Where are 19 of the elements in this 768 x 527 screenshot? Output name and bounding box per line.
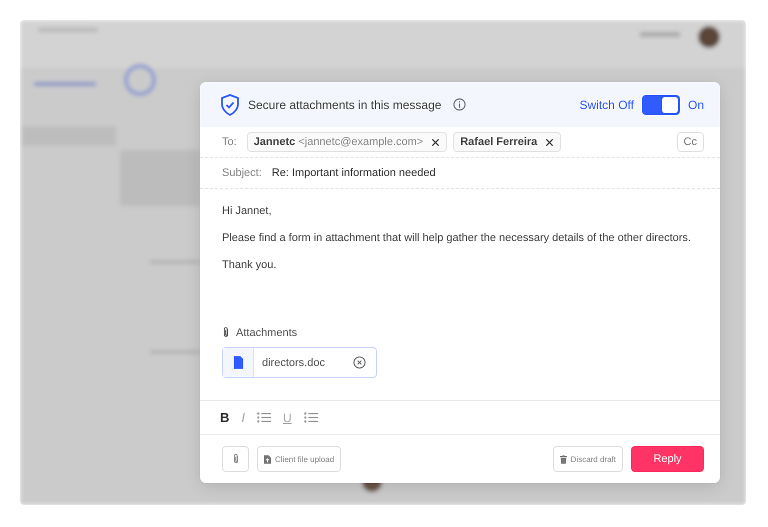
switch-state-label: On: [688, 98, 704, 112]
to-label: To:: [222, 136, 237, 148]
cc-button[interactable]: Cc: [676, 132, 704, 152]
recipient-chip[interactable]: Rafael Ferreira: [453, 132, 562, 152]
security-label: Secure attachments in this message: [248, 98, 442, 112]
underline-button[interactable]: U: [283, 410, 292, 424]
message-paragraph: Please find a form in attachment that will help gather the necessary details of the other directors.: [222, 232, 692, 244]
bold-button[interactable]: B: [220, 410, 230, 425]
discard-draft-button[interactable]: Discard draft: [552, 446, 623, 472]
reply-button[interactable]: Reply: [631, 446, 704, 472]
attachment-file[interactable]: directors.doc: [222, 347, 377, 378]
client-file-upload-button[interactable]: Client file upload: [257, 446, 342, 472]
switch-off-label: Switch Off: [580, 98, 634, 112]
recipient-chip[interactable]: Jannetc <jannetc@example.com>: [246, 132, 448, 152]
subject-label: Subject:: [222, 167, 262, 179]
message-paragraph: Hi Jannet,: [222, 205, 273, 217]
attachments-label: Attachments: [236, 326, 298, 338]
italic-button[interactable]: I: [241, 410, 246, 425]
message-paragraph: Thank you.: [222, 259, 278, 271]
